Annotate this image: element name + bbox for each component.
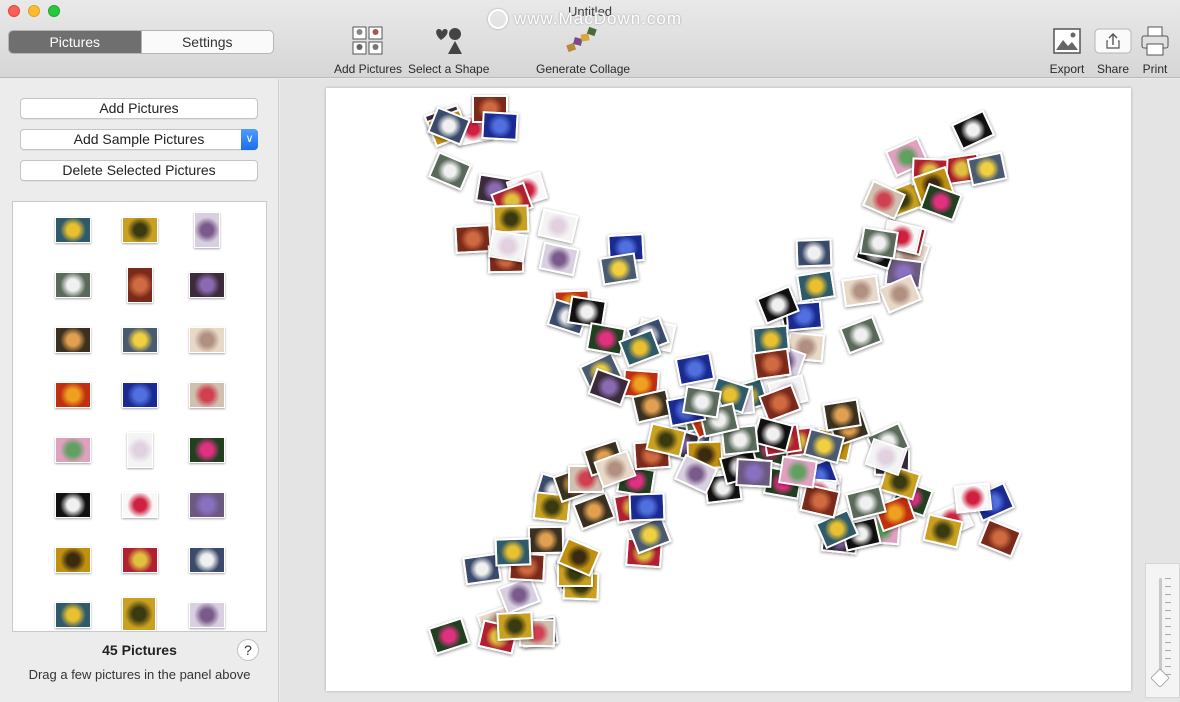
- view-segmented-control: Pictures Settings: [8, 30, 274, 54]
- share-icon: [1093, 24, 1133, 58]
- collage-photo[interactable]: [427, 616, 471, 655]
- collage-photo[interactable]: [778, 455, 819, 490]
- picture-thumbnail[interactable]: [122, 217, 158, 243]
- zoom-slider[interactable]: [1145, 563, 1180, 698]
- collage-photo[interactable]: [481, 111, 519, 141]
- picture-thumbnail[interactable]: [122, 492, 158, 518]
- collage-photo[interactable]: [488, 229, 529, 263]
- delete-selected-pictures-button[interactable]: Delete Selected Pictures: [20, 160, 258, 181]
- collage-photo[interactable]: [495, 611, 534, 642]
- picture-thumbnail[interactable]: [55, 327, 91, 353]
- tab-pictures[interactable]: Pictures: [9, 31, 141, 53]
- picture-thumbnail[interactable]: [122, 382, 158, 408]
- collage-photo[interactable]: [681, 385, 722, 420]
- generate-collage-tool-label: Generate Collage: [536, 62, 631, 76]
- picture-thumbnail[interactable]: [189, 602, 225, 628]
- collage-photo[interactable]: [951, 110, 996, 151]
- collage-photo[interactable]: [585, 322, 626, 356]
- chevron-down-icon[interactable]: ∨: [241, 129, 258, 150]
- print-tool-label: Print: [1142, 62, 1168, 76]
- generate-collage-tool[interactable]: Generate Collage: [536, 24, 631, 76]
- export-tool-label: Export: [1049, 62, 1085, 76]
- collage-photo[interactable]: [796, 269, 837, 303]
- collage-strip-icon: [536, 24, 628, 58]
- collage-photo[interactable]: [572, 491, 617, 531]
- picture-thumbnail[interactable]: [189, 437, 225, 463]
- picture-thumbnail[interactable]: [122, 597, 156, 631]
- collage-photo[interactable]: [841, 274, 881, 308]
- collage-photo[interactable]: [538, 241, 580, 277]
- collage-photo[interactable]: [454, 224, 492, 255]
- canvas-area: [280, 79, 1180, 702]
- select-shape-tool[interactable]: Select a Shape: [408, 24, 490, 76]
- select-shape-tool-label: Select a Shape: [408, 62, 490, 76]
- picture-thumbnail[interactable]: [189, 382, 225, 408]
- printer-icon: [1139, 24, 1171, 58]
- export-tool[interactable]: Export: [1047, 24, 1087, 76]
- heart-spade-icon: [408, 24, 488, 58]
- collage-photo[interactable]: [428, 151, 473, 192]
- picture-thumbnail[interactable]: [189, 327, 225, 353]
- add-sample-pictures-label: Add Sample Pictures: [73, 131, 205, 147]
- sidebar: Add Pictures Add Sample Pictures ∨ Delet…: [0, 79, 279, 702]
- picture-thumbnail[interactable]: [189, 492, 225, 518]
- collage-photo[interactable]: [859, 226, 900, 260]
- picture-thumbnail[interactable]: [55, 492, 91, 518]
- collage-photo[interactable]: [674, 351, 716, 386]
- picture-thumbnail[interactable]: [189, 272, 225, 298]
- export-image-icon: [1047, 24, 1087, 58]
- photo-grid-icon: [334, 24, 402, 58]
- tab-settings[interactable]: Settings: [140, 31, 274, 53]
- collage-photo[interactable]: [839, 315, 883, 355]
- add-sample-pictures-popup[interactable]: Add Sample Pictures ∨: [20, 129, 258, 150]
- collage-photo[interactable]: [599, 252, 640, 286]
- toolbar: Untitled www.MacDown.com Pictures Settin…: [0, 0, 1180, 78]
- collage-photo[interactable]: [821, 398, 862, 432]
- picture-thumbnail[interactable]: [55, 382, 91, 408]
- drag-hint: Drag a few pictures in the panel above: [28, 667, 251, 682]
- collage-photo[interactable]: [628, 492, 665, 522]
- collage-photo[interactable]: [919, 182, 964, 221]
- share-tool-label: Share: [1096, 62, 1130, 76]
- picture-thumbnail[interactable]: [55, 602, 91, 628]
- collage-photo[interactable]: [977, 517, 1022, 558]
- picture-thumbnail[interactable]: [55, 547, 91, 573]
- picture-thumbnail[interactable]: [127, 267, 153, 303]
- picture-thumbnail[interactable]: [55, 217, 91, 243]
- help-button[interactable]: ?: [237, 639, 259, 661]
- collage-photo[interactable]: [537, 207, 580, 244]
- collage-photo[interactable]: [494, 537, 532, 567]
- add-pictures-tool-label: Add Pictures: [334, 62, 403, 76]
- picture-thumbnail[interactable]: [189, 547, 225, 573]
- collage-photo[interactable]: [752, 347, 792, 380]
- picture-thumbnail[interactable]: [122, 327, 158, 353]
- picture-thumbnail[interactable]: [55, 272, 91, 298]
- add-pictures-button[interactable]: Add Pictures: [20, 98, 258, 119]
- zoom-slider-track: [1159, 578, 1162, 682]
- zoom-slider-ticks: [1165, 578, 1171, 682]
- watermark-logo-icon: [488, 9, 508, 29]
- picture-list-panel[interactable]: [12, 201, 267, 632]
- collage-photo[interactable]: [795, 238, 833, 269]
- add-pictures-tool[interactable]: Add Pictures: [334, 24, 402, 76]
- picture-thumbnail[interactable]: [122, 547, 158, 573]
- collage-canvas[interactable]: [326, 88, 1131, 691]
- share-tool[interactable]: Share: [1093, 24, 1133, 76]
- picture-thumbnail[interactable]: [55, 437, 91, 463]
- picture-thumbnail[interactable]: [127, 432, 153, 468]
- collage-photo[interactable]: [527, 525, 565, 554]
- collage-photo[interactable]: [953, 482, 993, 514]
- print-tool[interactable]: Print: [1139, 24, 1171, 76]
- collage-photo[interactable]: [735, 458, 774, 489]
- picture-thumbnail[interactable]: [194, 212, 220, 248]
